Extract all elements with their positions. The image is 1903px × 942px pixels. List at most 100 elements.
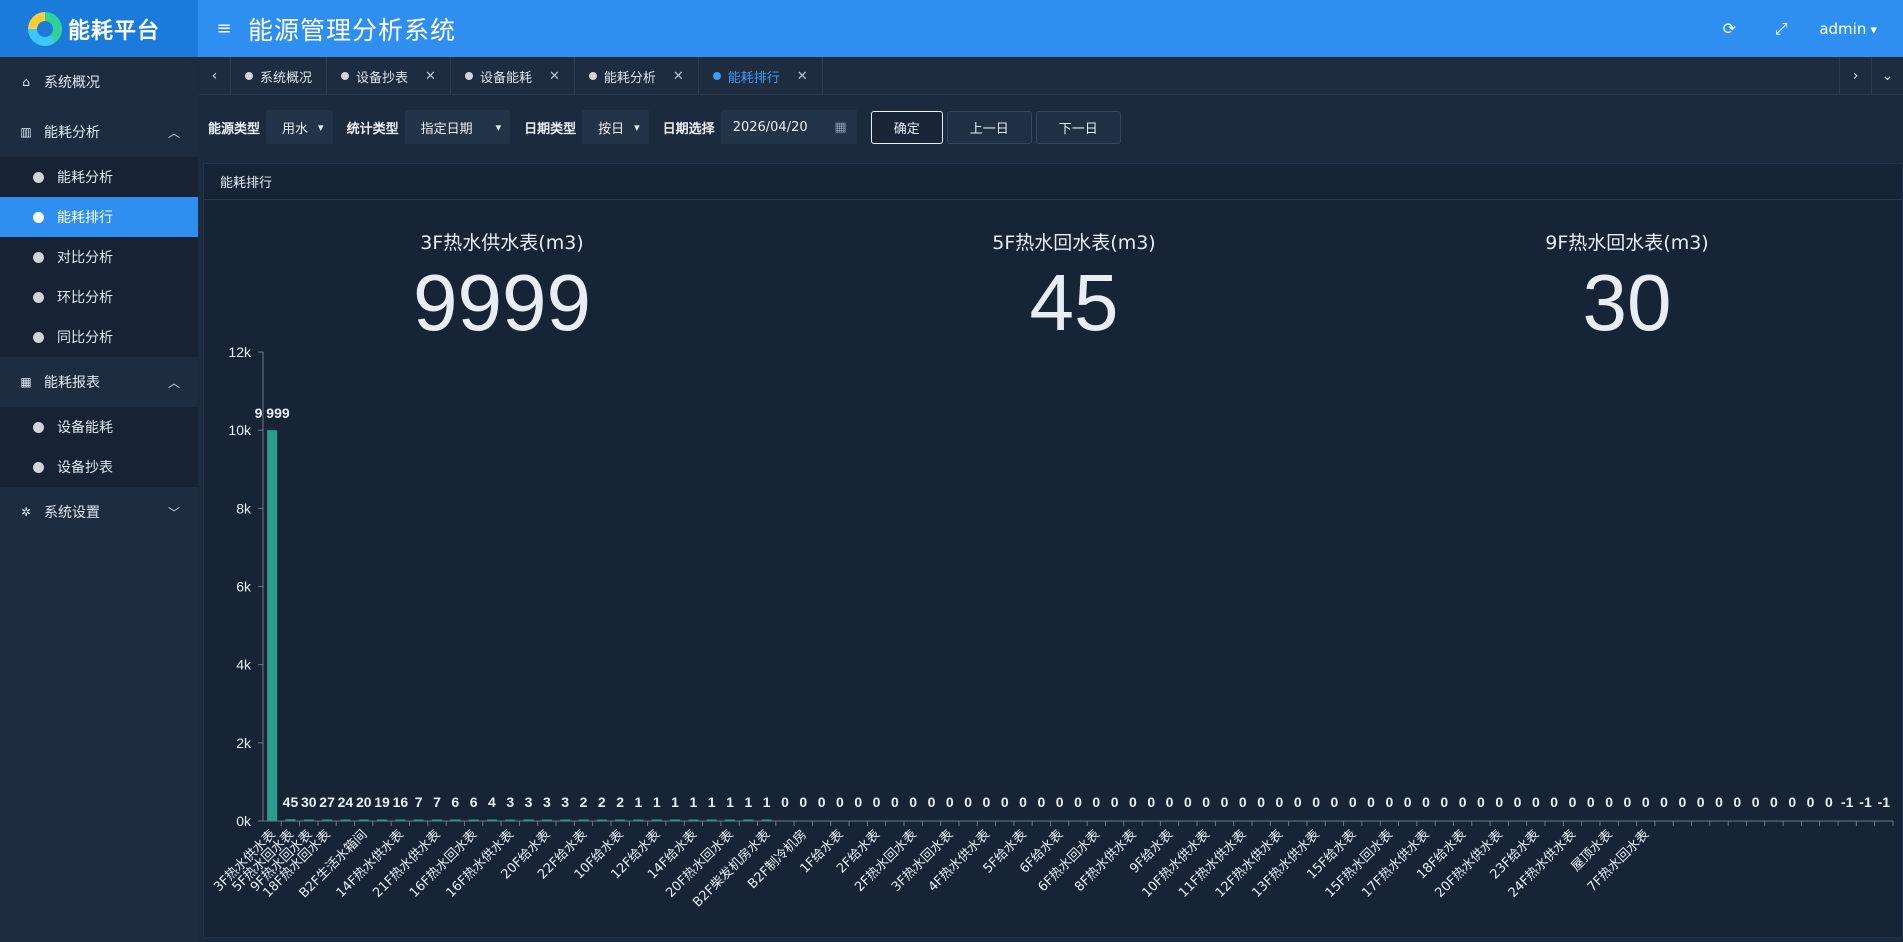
data-label: 1 xyxy=(689,794,697,810)
data-label: 0 xyxy=(873,794,881,810)
data-label: 0 xyxy=(1385,794,1393,810)
data-label: 6 xyxy=(451,794,459,810)
chart-bar xyxy=(505,819,516,821)
chart-bar xyxy=(523,819,534,821)
chart-bar xyxy=(340,819,351,821)
y-tick-label: 0k xyxy=(236,813,252,829)
data-label: 3 xyxy=(543,794,551,810)
data-label: 0 xyxy=(1660,794,1668,810)
data-label: 0 xyxy=(1239,794,1247,810)
data-label: 0 xyxy=(1495,794,1503,810)
chart-bar xyxy=(596,819,607,821)
data-label: 3 xyxy=(506,794,514,810)
data-label: 1 xyxy=(708,794,716,810)
y-tick-label: 2k xyxy=(236,735,252,751)
data-label: 0 xyxy=(1569,794,1577,810)
data-label: 0 xyxy=(1477,794,1485,810)
data-label: 9 999 xyxy=(255,405,290,421)
data-label: 0 xyxy=(1147,794,1155,810)
data-label: 1 xyxy=(671,794,679,810)
data-label: 1 xyxy=(653,794,661,810)
data-label: 0 xyxy=(1514,794,1522,810)
data-label: 7 xyxy=(433,794,441,810)
chart-bar xyxy=(468,819,479,821)
chart-bar xyxy=(761,819,772,821)
data-label: 0 xyxy=(1074,794,1082,810)
y-tick-label: 8k xyxy=(236,500,252,516)
data-label: 0 xyxy=(1422,794,1430,810)
data-label: 0 xyxy=(1019,794,1027,810)
data-label: 1 xyxy=(726,794,734,810)
ranking-bar-chart: 0k2k4k6k8k10k12k9 99945 30 27 24 20 19 16 7 7 6 6 4… xyxy=(211,344,1894,910)
chart-bar xyxy=(706,819,717,821)
data-label: 0 xyxy=(1733,794,1741,810)
data-label: -1 xyxy=(1841,794,1854,810)
chart-bar xyxy=(743,819,754,821)
chart-bar xyxy=(377,819,388,821)
data-label: 0 xyxy=(964,794,972,810)
data-label: 0 xyxy=(1440,794,1448,810)
data-label: -1 xyxy=(1878,794,1891,810)
chart-bar xyxy=(541,819,552,821)
data-label: 16 xyxy=(393,794,409,810)
data-label: 19 xyxy=(374,794,390,810)
data-label: 1 xyxy=(744,794,752,810)
data-label: 0 xyxy=(1331,794,1339,810)
chart-bar xyxy=(486,819,497,821)
data-label: 0 xyxy=(1294,794,1302,810)
data-label: 0 xyxy=(1111,794,1119,810)
data-label: 0 xyxy=(1807,794,1815,810)
data-label: 1 xyxy=(763,794,771,810)
data-label: 0 xyxy=(1129,794,1137,810)
data-label: 0 xyxy=(1349,794,1357,810)
data-label: 20 xyxy=(356,794,372,810)
data-label: 0 xyxy=(1221,794,1229,810)
chart-bar xyxy=(450,819,461,821)
data-label: 1 xyxy=(635,794,643,810)
data-label: 0 xyxy=(1752,794,1760,810)
data-label: 0 xyxy=(1184,794,1192,810)
chart-bar xyxy=(724,819,736,821)
chart-bar xyxy=(285,819,296,821)
data-label: 0 xyxy=(1257,794,1265,810)
data-label: 0 xyxy=(1532,794,1540,810)
chart-bar xyxy=(615,819,626,821)
data-label: 0 xyxy=(1202,794,1210,810)
data-label: 0 xyxy=(1367,794,1375,810)
data-label: 3 xyxy=(561,794,569,810)
data-label: 3 xyxy=(525,794,533,810)
data-label: 2 xyxy=(580,794,588,810)
data-label: 0 xyxy=(1770,794,1778,810)
data-label: 30 xyxy=(301,794,317,810)
data-label: 0 xyxy=(1715,794,1723,810)
y-tick-label: 6k xyxy=(236,579,252,595)
data-label: 0 xyxy=(854,794,862,810)
data-label: 0 xyxy=(1312,794,1320,810)
data-label: 0 xyxy=(1166,794,1174,810)
data-label: 24 xyxy=(338,794,354,810)
y-tick-label: 12k xyxy=(228,344,252,360)
data-label: 27 xyxy=(319,794,335,810)
y-tick-label: 10k xyxy=(228,422,252,438)
data-label: 0 xyxy=(1624,794,1632,810)
data-label: 0 xyxy=(1678,794,1686,810)
chart-bar xyxy=(395,819,406,821)
data-label: 0 xyxy=(1404,794,1412,810)
data-label: 7 xyxy=(415,794,423,810)
data-label: 0 xyxy=(1037,794,1045,810)
chart-bar xyxy=(303,819,314,821)
data-label: 0 xyxy=(799,794,807,810)
data-label: -1 xyxy=(1859,794,1872,810)
chart-bar xyxy=(413,819,424,821)
data-label: 4 xyxy=(488,794,496,810)
data-label: 0 xyxy=(818,794,826,810)
data-label: 0 xyxy=(1550,794,1558,810)
data-label: 0 xyxy=(909,794,917,810)
chart-bar xyxy=(560,819,571,821)
data-label: 0 xyxy=(836,794,844,810)
data-label: 0 xyxy=(1587,794,1595,810)
data-label: 0 xyxy=(983,794,991,810)
data-label: 45 xyxy=(283,794,299,810)
chart-bar xyxy=(633,819,644,821)
data-label: 0 xyxy=(1092,794,1100,810)
